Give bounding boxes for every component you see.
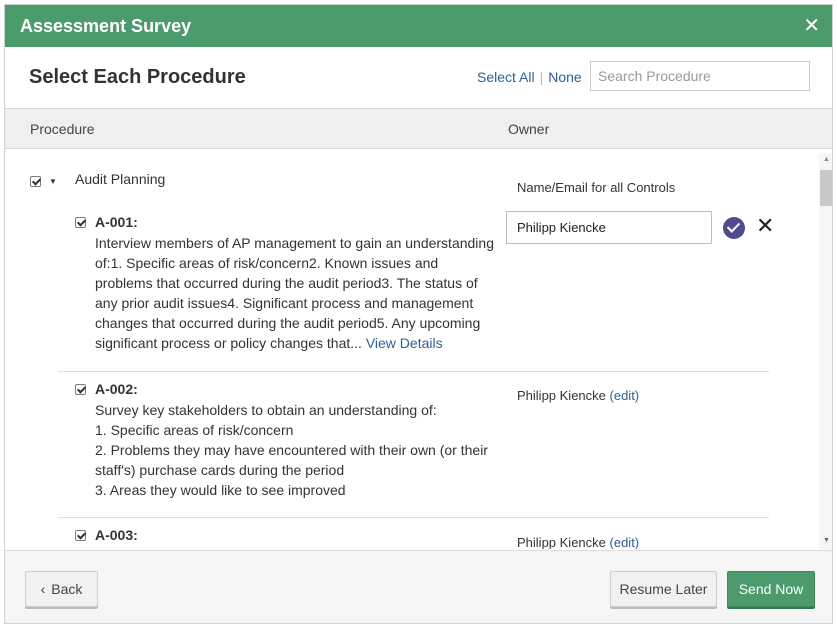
scroll-up-icon[interactable]: ▲: [823, 156, 830, 163]
back-button[interactable]: ‹ Back: [25, 571, 98, 607]
scrollbar[interactable]: ▲ ▼: [819, 153, 832, 550]
modal-subheader: Select Each Procedure Select All | None: [5, 47, 832, 108]
scrollbar-thumb[interactable]: [820, 170, 832, 206]
modal-titlebar: Assessment Survey ✕: [5, 5, 832, 47]
procedure-line: 3. Areas they would like to see improved: [95, 482, 346, 498]
select-all-link[interactable]: Select All: [477, 69, 535, 85]
resume-later-button[interactable]: Resume Later: [610, 571, 717, 607]
procedure-text: Interview members of AP management to ga…: [95, 235, 494, 351]
edit-owner-link[interactable]: (edit): [610, 535, 640, 549]
group-checkbox[interactable]: [30, 176, 41, 187]
scroll-down-icon[interactable]: ▼: [823, 537, 830, 544]
procedure-checkbox[interactable]: [75, 384, 86, 395]
page-title: Select Each Procedure: [29, 66, 246, 88]
send-now-button[interactable]: Send Now: [727, 571, 815, 607]
chevron-left-icon: ‹: [40, 581, 46, 597]
check-circle-icon[interactable]: [723, 217, 745, 239]
procedure-checkbox[interactable]: [75, 217, 86, 228]
procedure-description: Survey key stakeholders to obtain an und…: [95, 400, 495, 500]
x-icon[interactable]: ✕: [756, 215, 774, 237]
procedure-checkbox[interactable]: [75, 530, 86, 541]
column-header: Procedure Owner: [5, 108, 832, 149]
procedure-owner: Philipp Kiencke (edit): [517, 388, 639, 403]
procedure-line: Survey key stakeholders to obtain an und…: [95, 402, 437, 418]
procedure-line: 1. Specific areas of risk/concern: [95, 422, 294, 438]
procedure-owner: Philipp Kiencke (edit): [517, 535, 639, 549]
modal-title: Assessment Survey: [20, 15, 192, 36]
link-separator: |: [539, 69, 544, 85]
owner-name: Philipp Kiencke: [517, 388, 606, 403]
search-input[interactable]: [590, 61, 810, 91]
procedure-id: A-001:: [95, 214, 138, 230]
procedure-id: A-002:: [95, 381, 138, 397]
caret-down-icon[interactable]: ▼: [49, 177, 57, 186]
procedure-description: Interview members of AP management to ga…: [95, 233, 495, 353]
select-none-link[interactable]: None: [548, 69, 581, 85]
procedure-line: 2. Problems they may have encountered wi…: [95, 442, 488, 478]
edit-owner-link[interactable]: (edit): [610, 388, 640, 403]
column-procedure: Procedure: [30, 121, 95, 137]
procedure-row: A-002: Survey key stakeholders to obtain…: [58, 372, 769, 518]
owner-input[interactable]: [506, 211, 712, 244]
modal-footer: ‹ Back Resume Later Send Now: [5, 550, 832, 623]
procedure-list: ▼ Audit Planning Name/Email for all Cont…: [5, 149, 832, 549]
selection-links: Select All | None: [477, 69, 582, 85]
assessment-survey-modal: Assessment Survey ✕ Select Each Procedur…: [4, 4, 833, 624]
procedure-id: A-003:: [95, 527, 138, 543]
column-owner: Owner: [508, 121, 550, 137]
owner-name: Philipp Kiencke: [517, 535, 606, 549]
group-owner-label: Name/Email for all Controls: [517, 180, 676, 195]
group-label: Audit Planning: [75, 171, 166, 187]
view-details-link[interactable]: View Details: [366, 335, 443, 351]
back-label: Back: [51, 581, 83, 597]
close-icon[interactable]: ✕: [803, 16, 820, 36]
procedure-row: A-003: Philipp Kiencke (edit): [58, 518, 769, 549]
